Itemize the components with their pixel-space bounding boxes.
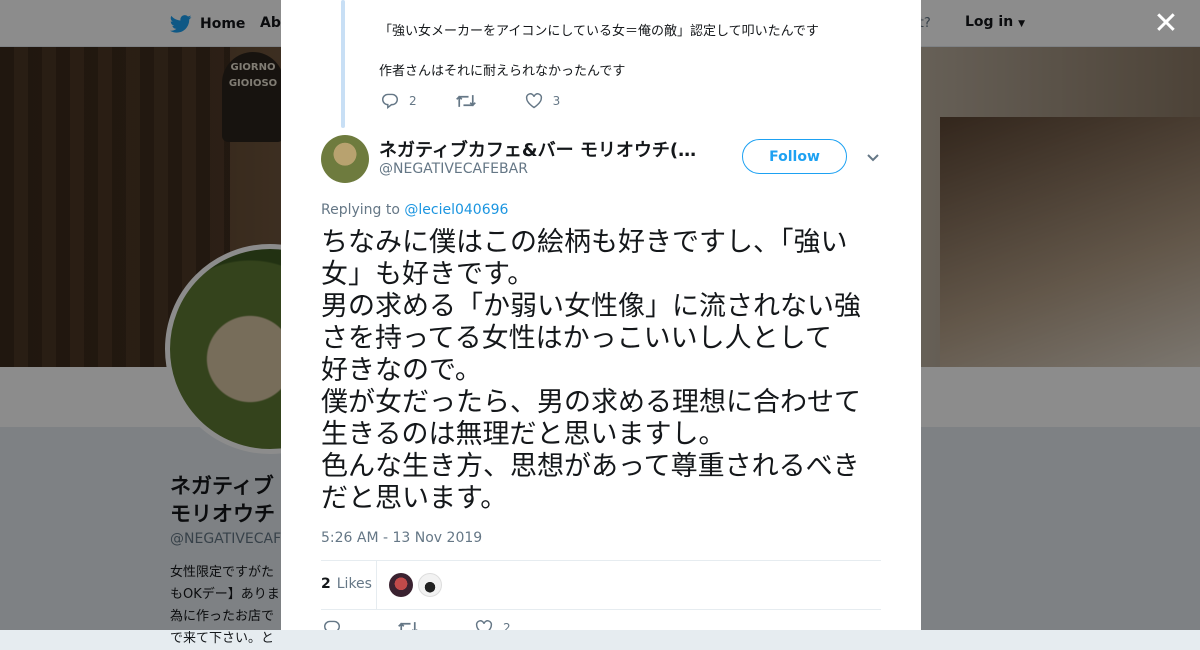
like-count: 2 (503, 621, 511, 630)
author-avatar[interactable] (321, 135, 369, 183)
tweet-text-line: 男の求める「か弱い女性像」に流されない強 (321, 291, 861, 322)
replying-to-mention[interactable]: @leciel040696 (404, 202, 508, 218)
replying-prefix: Replying to (321, 202, 400, 218)
tweet-text-line: だと思います。 (321, 483, 508, 514)
chevron-down-icon[interactable] (865, 149, 881, 165)
tweet-stats: 2 Likes (321, 560, 881, 610)
likes-stat[interactable]: 2 Likes (321, 576, 372, 592)
author-name[interactable]: ネガティブカフェ&バー モリオウチ(… (379, 136, 699, 162)
reply-icon (323, 620, 341, 630)
tweet-text-line: さを持ってる女性はかっこいいし人として (321, 323, 832, 354)
tweet-actions: 2 (323, 620, 557, 630)
tweet-text-line: ちなみに僕はこの絵柄も好きですし、「強い (321, 227, 848, 258)
reply-button[interactable]: 2 (381, 93, 417, 109)
parent-tweet-text: 「強い女メーカーをアイコンにしている女＝俺の敵」認定して叩いたんです 作者さんは… (379, 22, 819, 102)
tweet-author: ネガティブカフェ&バー モリオウチ(… @NEGATIVECAFEBAR Fol… (321, 135, 881, 187)
close-icon[interactable]: ✕ (1152, 9, 1180, 39)
reply-icon (381, 93, 399, 109)
parent-tweet-actions: 2 3 (381, 93, 598, 109)
liker-avatar[interactable] (389, 573, 413, 597)
tweet-text-line: 生きるのは無理だと思いますし。 (321, 419, 726, 450)
heart-icon (475, 620, 493, 630)
retweet-button[interactable] (455, 93, 487, 109)
parent-tweet-line: 「強い女メーカーをアイコンにしている女＝俺の敵」認定して叩いたんです (379, 24, 819, 39)
tweet-text: ちなみに僕はこの絵柄も好きですし、「強い 女」も好きです。 男の求める「か弱い女… (321, 227, 891, 515)
tweet-timestamp[interactable]: 5:26 AM - 13 Nov 2019 (321, 530, 482, 546)
stats-divider (376, 561, 377, 609)
likes-count: 2 (321, 576, 331, 592)
thread-line (341, 0, 345, 128)
like-button[interactable]: 3 (525, 93, 561, 109)
tweet-permalink-modal: 「強い女メーカーをアイコンにしている女＝俺の敵」認定して叩いたんです 作者さんは… (281, 0, 921, 630)
parent-tweet-line: 作者さんはそれに耐えられなかったんです (379, 64, 626, 79)
tweet-text-line: 女」も好きです。 (321, 259, 535, 290)
retweet-icon (397, 620, 419, 630)
follow-button[interactable]: Follow (742, 139, 847, 174)
tweet-text-line: 好きなので。 (321, 355, 482, 386)
likes-label: Likes (336, 576, 372, 592)
heart-icon (525, 93, 543, 109)
parent-tweet[interactable]: 「強い女メーカーをアイコンにしている女＝俺の敵」認定して叩いたんです 作者さんは… (281, 0, 921, 130)
reply-count: 2 (409, 94, 417, 108)
tweet-text-line: 色んな生き方、思想があって尊重されるべき (321, 451, 860, 482)
liker-avatar[interactable] (418, 573, 442, 597)
like-count: 3 (552, 94, 561, 108)
retweet-icon (455, 93, 477, 109)
reply-button[interactable] (323, 620, 351, 630)
like-button[interactable]: 2 (475, 620, 511, 630)
replying-to: Replying to @leciel040696 (321, 202, 508, 218)
retweet-button[interactable] (397, 620, 429, 630)
author-handle[interactable]: @NEGATIVECAFEBAR (379, 161, 528, 177)
tweet-text-line: 僕が女だったら、男の求める理想に合わせて (321, 387, 861, 418)
